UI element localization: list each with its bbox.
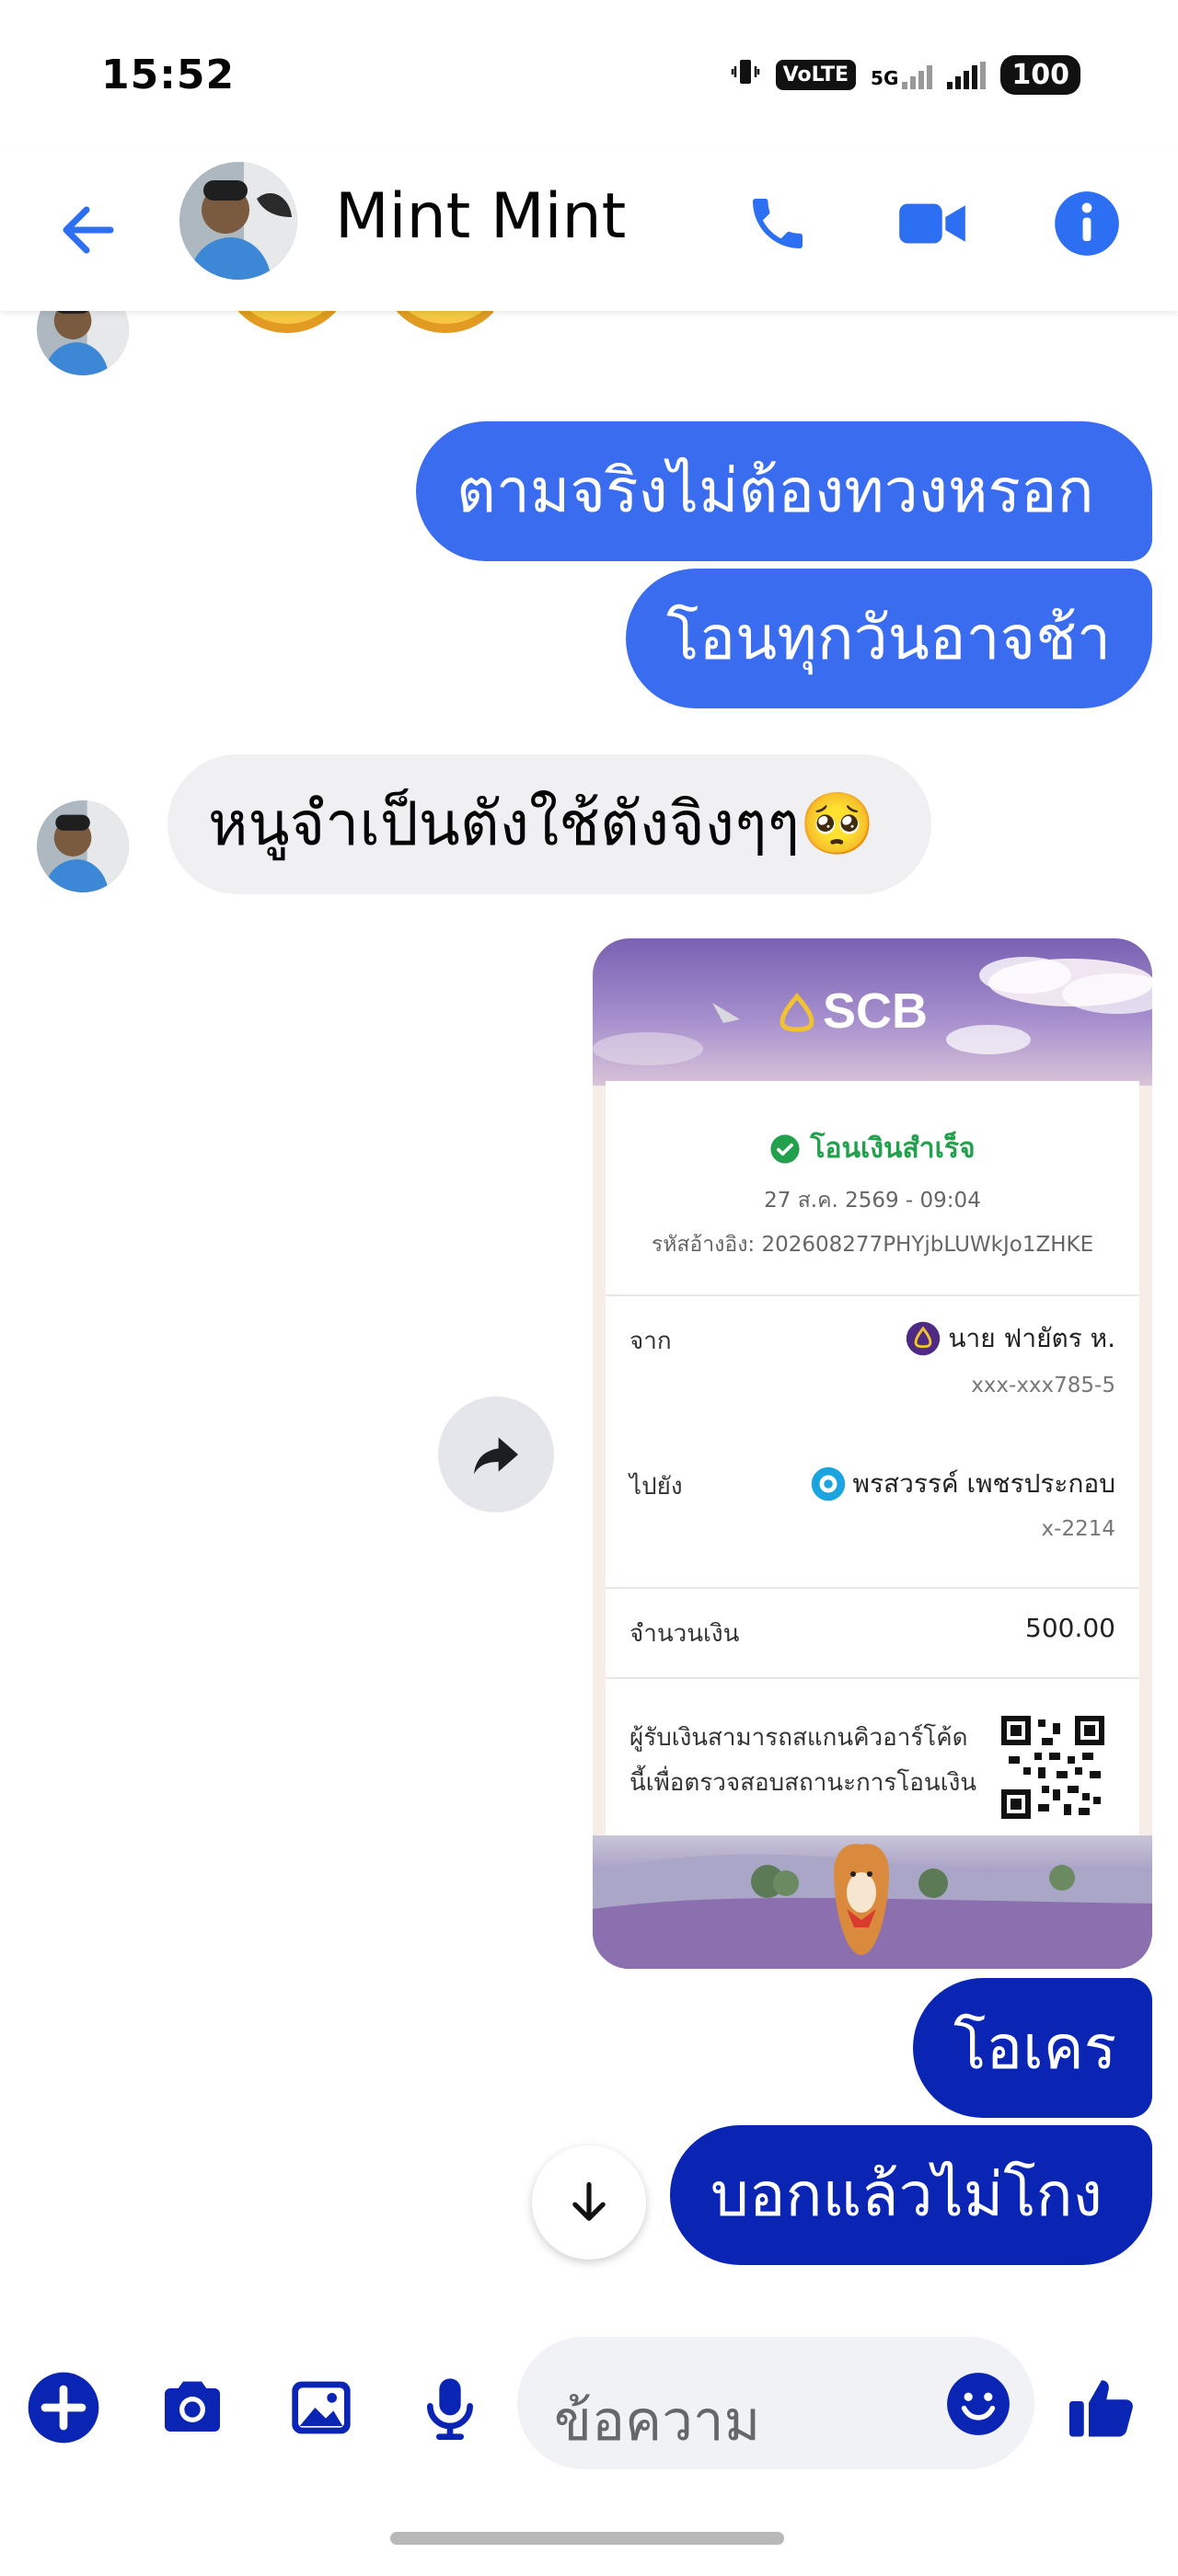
back-button[interactable] bbox=[53, 195, 123, 265]
from-label: จาก bbox=[629, 1328, 672, 1355]
message-text: หนูจำเป็นตังใช้ตังจิงๆๆ🥺 bbox=[208, 788, 876, 859]
share-arrow-icon bbox=[474, 1437, 518, 1475]
camera-icon bbox=[165, 2381, 220, 2432]
divider bbox=[606, 1677, 1139, 1679]
signal-icon bbox=[947, 61, 987, 89]
from-name-text: นาย ฟายัตร ห. bbox=[948, 1323, 1115, 1353]
from-name: นาย ฟายัตร ห. bbox=[906, 1318, 1115, 1359]
scb-logo-icon bbox=[780, 993, 814, 1032]
message-input[interactable]: ข้อความ bbox=[517, 2337, 1034, 2469]
emoji-button[interactable] bbox=[944, 2370, 1012, 2438]
video-camera-icon bbox=[899, 203, 965, 244]
video-call-button[interactable] bbox=[891, 182, 974, 265]
outgoing-message[interactable]: บอกแล้วไม่โกง bbox=[670, 2125, 1152, 2265]
like-button[interactable] bbox=[1060, 2366, 1143, 2449]
battery-indicator: 100 bbox=[1000, 55, 1080, 95]
status-icons: VoLTE 5G 100 bbox=[730, 55, 1080, 95]
contact-name[interactable]: Mint Mint bbox=[335, 180, 626, 253]
outgoing-message[interactable]: โอนทุกวันอาจช้า bbox=[626, 569, 1152, 708]
slip-receipt-card: โอนเงินสำเร็จ 27 ส.ค. 2569 - 09:04 รหัสอ… bbox=[606, 1081, 1139, 1835]
info-button[interactable] bbox=[1045, 182, 1128, 265]
message-text: ตามจริงไม่ต้องทวงหรอก bbox=[456, 455, 1094, 526]
outgoing-message[interactable]: โอเคร bbox=[913, 1978, 1152, 2118]
transfer-slip-image[interactable]: SCB โอนเงินสำเร็จ 27 ส.ค. 2569 - 09:04 ร… bbox=[593, 938, 1152, 1969]
network-label: 5G bbox=[871, 66, 899, 89]
contact-avatar[interactable] bbox=[179, 162, 297, 280]
message-text: โอเคร bbox=[953, 2012, 1117, 2083]
phone-icon bbox=[753, 199, 803, 248]
slip-landscape-footer bbox=[593, 1835, 1152, 1969]
to-name: พรสวรรค์ เพชรประกอบ bbox=[811, 1464, 1115, 1504]
signal-5g-icon bbox=[902, 62, 933, 89]
message-input-placeholder: ข้อความ bbox=[554, 2389, 761, 2454]
to-label: ไปยัง bbox=[629, 1473, 683, 1501]
scb-logo-text: SCB bbox=[823, 983, 929, 1039]
microphone-icon bbox=[427, 2378, 473, 2440]
arrow-down-icon bbox=[572, 2181, 606, 2221]
message-text: โอนทุกวันอาจช้า bbox=[666, 603, 1112, 673]
volte-badge: VoLTE bbox=[775, 60, 857, 90]
contact-avatar-small[interactable] bbox=[37, 800, 129, 892]
from-account: xxx-xxx785-5 bbox=[971, 1374, 1115, 1397]
status-text: โอนเงินสำเร็จ bbox=[810, 1133, 976, 1165]
home-indicator[interactable] bbox=[390, 2532, 784, 2545]
amount-label: จำนวนเงิน bbox=[629, 1620, 740, 1648]
thumbs-up-icon bbox=[1069, 2380, 1133, 2437]
to-name-text: พรสวรรค์ เพชรประกอบ bbox=[852, 1468, 1115, 1499]
divider bbox=[606, 1294, 1139, 1296]
gallery-button[interactable] bbox=[280, 2366, 363, 2449]
lavender-field-illustration bbox=[593, 1844, 1152, 1969]
status-time: 15:52 bbox=[101, 52, 236, 98]
check-circle-icon bbox=[770, 1134, 801, 1164]
status-bar: 15:52 VoLTE 5G 100 bbox=[0, 0, 1178, 147]
scb-bank-icon bbox=[907, 1321, 941, 1356]
amount-value: 500.00 bbox=[1025, 1613, 1115, 1643]
plus-circle-icon bbox=[28, 2372, 99, 2444]
smiley-icon bbox=[947, 2373, 1010, 2435]
incoming-message[interactable]: หนูจำเป็นตังใช้ตังจิงๆๆ🥺 bbox=[167, 754, 931, 894]
qr-code bbox=[1001, 1716, 1104, 1819]
scroll-to-bottom-button[interactable] bbox=[532, 2145, 646, 2260]
image-icon bbox=[292, 2381, 351, 2434]
divider bbox=[606, 1587, 1139, 1589]
scb-logo: SCB bbox=[777, 983, 928, 1040]
slip-sky-header: SCB bbox=[593, 938, 1152, 1086]
network-type: 5G bbox=[871, 62, 933, 89]
transfer-datetime: 27 ส.ค. 2569 - 09:04 bbox=[764, 1189, 981, 1213]
message-composer: ข้อความ bbox=[0, 2300, 1178, 2521]
to-account: x-2214 bbox=[1041, 1517, 1115, 1541]
qr-note: ผู้รับเงินสามารถสแกนคิวอาร์โค้ดนี้เพื่อต… bbox=[629, 1724, 977, 1798]
voice-message-button[interactable] bbox=[409, 2366, 491, 2449]
forward-button[interactable] bbox=[438, 1397, 554, 1512]
more-actions-button[interactable] bbox=[22, 2366, 105, 2449]
back-arrow-icon bbox=[63, 206, 114, 254]
transfer-reference: รหัสอ้างอิง: 202608277PHYjbLUWkJo1ZHKE bbox=[651, 1233, 1094, 1257]
message-text: บอกแล้วไม่โกง bbox=[710, 2159, 1103, 2230]
recipient-bank-icon bbox=[811, 1466, 845, 1501]
voice-call-button[interactable] bbox=[736, 182, 819, 265]
camera-button[interactable] bbox=[151, 2366, 234, 2449]
vibrate-icon bbox=[730, 56, 761, 95]
info-icon bbox=[1055, 191, 1119, 256]
outgoing-message[interactable]: ตามจริงไม่ต้องทวงหรอก bbox=[416, 421, 1152, 561]
transfer-success-status: โอนเงินสำเร็จ bbox=[606, 1127, 1139, 1170]
chat-header: Mint Mint bbox=[0, 147, 1178, 311]
